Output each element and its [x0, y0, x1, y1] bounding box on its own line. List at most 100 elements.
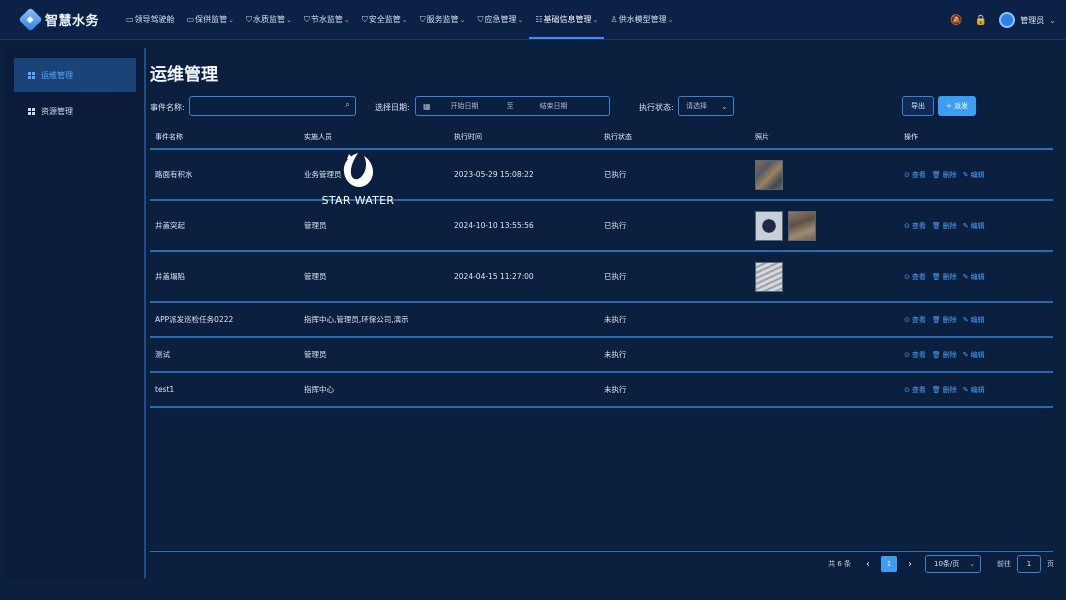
photo-thumbnail[interactable]	[755, 261, 783, 292]
table-header: 事件名称 实施人员 执行时间 执行状态 照片 操作	[150, 126, 1053, 150]
action-label: 编辑	[970, 350, 985, 359]
eye-icon: ⊙	[904, 315, 910, 324]
goto-page-input[interactable]: 1	[1017, 555, 1041, 573]
table-row: APP派发巡检任务0222 指挥中心,管理员,环保公司,演示 未执行 ⊙ 查看 🗑 删除 ✎ 编…	[150, 303, 1053, 338]
delete-button[interactable]: 🗑 删除	[932, 221, 957, 231]
table-row: 测试 管理员 未执行 ⊙ 查看 🗑 删除 ✎ 编辑	[150, 338, 1053, 373]
event-name-cell: 路面有积水	[155, 170, 193, 179]
shield-icon: ⛉	[246, 14, 252, 24]
event-name-input[interactable]	[190, 97, 330, 115]
actions-cell: ⊙ 查看 🗑 删除 ✎ 编辑	[904, 221, 1044, 231]
export-button[interactable]: 导出	[902, 96, 934, 116]
view-button[interactable]: ⊙ 查看	[904, 221, 926, 231]
next-page-icon[interactable]: ›	[903, 559, 917, 570]
total-count: 共 6 条	[828, 560, 851, 568]
chevron-down-icon: ⌄	[517, 15, 524, 24]
page-size-select[interactable]: 10条/页 ⌄	[925, 555, 981, 573]
time-cell: 2024-10-10 13:55:56	[454, 221, 534, 230]
sidebar-item-ops[interactable]: 运维管理	[14, 58, 136, 92]
nav-item[interactable]: ⛉ 安全监管 ⌄	[356, 0, 414, 40]
prev-page-icon[interactable]: ‹	[861, 559, 875, 570]
edit-button[interactable]: ✎ 编辑	[963, 315, 985, 325]
trash-icon: 🗑	[931, 385, 941, 394]
eye-icon: ⊙	[904, 385, 910, 394]
nav-item[interactable]: ☷ 基础信息管理 ⌄	[529, 0, 605, 40]
action-label: 删除	[942, 315, 957, 324]
column-header: 操作	[904, 133, 918, 141]
nav-item[interactable]: ⛉ 应急管理 ⌄	[472, 0, 530, 40]
chevron-down-icon[interactable]: ⌄	[1049, 16, 1056, 25]
delete-button[interactable]: 🗑 删除	[932, 350, 957, 360]
photo-cell	[755, 210, 904, 241]
status-select[interactable]: 请选择 ⌄	[678, 96, 734, 116]
dispatch-button[interactable]: + 派发	[938, 96, 976, 116]
action-label: 编辑	[970, 315, 985, 324]
edit-button[interactable]: ✎ 编辑	[963, 350, 985, 360]
edit-button[interactable]: ✎ 编辑	[963, 221, 985, 231]
status-cell: 未执行	[604, 350, 627, 359]
nav-item-label: 供水模型管理	[618, 15, 667, 24]
lock-icon[interactable]: 🔒	[975, 15, 987, 26]
sidebar-item-resources[interactable]: 资源管理	[14, 94, 136, 128]
page-number-current[interactable]: 1	[881, 556, 897, 572]
delete-button[interactable]: 🗑 删除	[932, 385, 957, 395]
photo-thumbnail[interactable]	[755, 159, 783, 190]
action-label: 查看	[911, 272, 926, 281]
date-separator: 至	[506, 102, 514, 110]
nav-item-label: 基础信息管理	[543, 15, 592, 24]
delete-button[interactable]: 🗑 删除	[932, 315, 957, 325]
nav-item-label: 服务监管	[426, 15, 459, 24]
brand[interactable]: ◆ 智慧水务	[0, 7, 116, 32]
watermark-text: STAR WATER	[321, 194, 395, 207]
nav-item[interactable]: ▭ 领导驾驶舱	[120, 0, 181, 40]
nav-item-label: 领导驾驶舱	[134, 15, 175, 24]
edit-button[interactable]: ✎ 编辑	[963, 170, 985, 180]
pencil-icon: ✎	[962, 170, 969, 179]
header-actions: 🔕 🔒 管理员 ⌄	[950, 0, 1056, 40]
nav-item[interactable]: ▭ 保供监管 ⌄	[181, 0, 240, 40]
avatar[interactable]	[999, 12, 1016, 28]
nav-item[interactable]: ⛉ 节水监管 ⌄	[298, 0, 356, 40]
photo-thumbnail[interactable]	[788, 210, 816, 241]
status-cell: 已执行	[604, 221, 627, 230]
main-content: 运维管理 事件名称: ⌕ 选择日期: ▦ 开始日期 至 结束日期 执行状态: 请…	[150, 48, 1056, 578]
view-button[interactable]: ⊙ 查看	[904, 272, 926, 282]
sidebar-item-label: 资源管理	[41, 106, 73, 116]
delete-button[interactable]: 🗑 删除	[932, 170, 957, 180]
trash-icon: 🗑	[931, 350, 941, 359]
user-name[interactable]: 管理员	[1020, 15, 1044, 26]
staff-cell: 管理员	[304, 221, 327, 230]
column-header: 实施人员	[304, 133, 332, 141]
sidebar-item-label: 运维管理	[41, 70, 73, 80]
nav-item[interactable]: ♙ 供水模型管理 ⌄	[604, 0, 679, 40]
nav-item-label: 保供监管	[195, 15, 228, 24]
trash-icon: 🗑	[931, 170, 941, 179]
page-title: 运维管理	[150, 65, 218, 85]
nav-item[interactable]: ⛉ 水质监管 ⌄	[240, 0, 298, 40]
view-button[interactable]: ⊙ 查看	[904, 350, 926, 360]
action-label: 查看	[911, 221, 926, 230]
pencil-icon: ✎	[962, 350, 969, 359]
date-range-picker[interactable]: ▦ 开始日期 至 结束日期	[415, 96, 610, 116]
edit-button[interactable]: ✎ 编辑	[963, 385, 985, 395]
photo-thumbnail[interactable]	[755, 210, 783, 241]
table-row: test1 指挥中心 未执行 ⊙ 查看 🗑 删除 ✎ 编辑	[150, 373, 1053, 408]
nav-item-label: 水质监管	[253, 15, 285, 24]
actions-cell: ⊙ 查看 🗑 删除 ✎ 编辑	[904, 272, 1044, 282]
date-end[interactable]: 结束日期	[540, 101, 568, 111]
view-button[interactable]: ⊙ 查看	[904, 385, 926, 395]
bell-off-icon[interactable]: 🔕	[950, 15, 962, 26]
view-button[interactable]: ⊙ 查看	[904, 315, 926, 325]
search-icon[interactable]: ⌕	[345, 100, 350, 110]
action-label: 删除	[942, 272, 957, 281]
action-label: 查看	[911, 350, 926, 359]
view-button[interactable]: ⊙ 查看	[904, 170, 926, 180]
nav-item[interactable]: ⛉ 服务监管 ⌄	[414, 0, 472, 40]
eye-icon: ⊙	[904, 170, 910, 179]
edit-button[interactable]: ✎ 编辑	[963, 272, 985, 282]
actions-cell: ⊙ 查看 🗑 删除 ✎ 编辑	[904, 315, 1044, 325]
date-start[interactable]: 开始日期	[451, 101, 479, 111]
delete-button[interactable]: 🗑 删除	[932, 272, 957, 282]
action-label: 编辑	[970, 170, 985, 179]
nav-item-label: 应急管理	[484, 15, 517, 24]
